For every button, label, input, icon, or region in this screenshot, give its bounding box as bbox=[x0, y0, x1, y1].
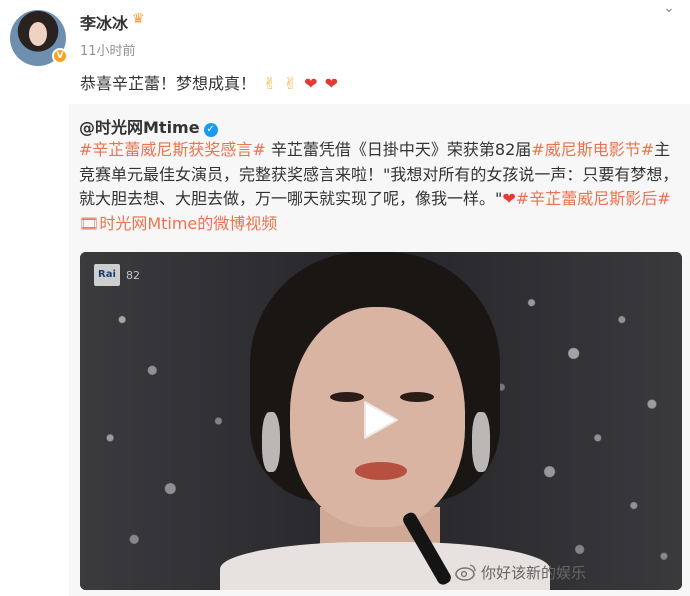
eye-right bbox=[400, 392, 434, 402]
post-text-content: 恭喜辛芷蕾！梦想成真！ bbox=[80, 74, 257, 93]
post-text: 恭喜辛芷蕾！梦想成真！ ✌ ✌ ❤ ❤ bbox=[80, 70, 338, 94]
hashtag-link[interactable]: #辛芷蕾威尼斯获奖感言# bbox=[79, 140, 266, 159]
play-icon[interactable] bbox=[363, 400, 399, 440]
red-heart-icon: ❤ bbox=[304, 74, 318, 93]
watermark-text: 你好该新的娱乐 bbox=[481, 564, 587, 582]
verified-badge-icon: V bbox=[52, 48, 68, 64]
post-timestamp[interactable]: 11小时前 bbox=[80, 40, 136, 59]
crown-icon: ♛ bbox=[132, 11, 145, 27]
victory-hand-icon: ✌ bbox=[263, 74, 277, 93]
repost-author-name[interactable]: @时光网Mtime bbox=[79, 118, 200, 137]
eye-left bbox=[330, 392, 364, 402]
repost-text: 辛芷蕾凭借《日掛中天》荣获第82届 bbox=[265, 140, 532, 159]
reposted-card[interactable]: @时光网Mtime ✓ #辛芷蕾威尼斯获奖感言# 辛芷蕾凭借《日掛中天》荣获第82… bbox=[69, 104, 690, 596]
chevron-down-icon[interactable]: ⌄ bbox=[657, 0, 681, 20]
hashtag-link[interactable]: #威尼斯电影节# bbox=[531, 140, 654, 159]
broadcast-logo: Rai 82 bbox=[94, 264, 140, 286]
repost-author[interactable]: @时光网Mtime ✓ bbox=[79, 114, 218, 138]
hashtag-link[interactable]: #辛芷蕾威尼斯影后# bbox=[516, 189, 671, 208]
avatar-face bbox=[29, 22, 47, 46]
watermark: 你好该新的娱乐 bbox=[455, 562, 586, 583]
video-source-link[interactable]: 🎞时光网Mtime的微博视频 bbox=[79, 214, 277, 233]
weibo-logo-icon bbox=[455, 564, 476, 581]
heart-icon: ❤ bbox=[502, 189, 516, 209]
verified-icon: ✓ bbox=[203, 123, 218, 137]
earring-left bbox=[262, 412, 280, 472]
rai-logo: Rai bbox=[94, 264, 120, 286]
festival-logo: 82 bbox=[126, 268, 140, 282]
author-name[interactable]: 李冰冰 bbox=[80, 10, 128, 34]
victory-hand-icon: ✌ bbox=[283, 74, 298, 93]
earring-right bbox=[472, 412, 490, 472]
lips bbox=[355, 462, 407, 480]
video-player[interactable]: Rai 82 bbox=[80, 252, 682, 590]
red-heart-icon: ❤ bbox=[324, 74, 339, 93]
repost-body: #辛芷蕾威尼斯获奖感言# 辛芷蕾凭借《日掛中天》荣获第82届#威尼斯电影节#主竞… bbox=[79, 138, 684, 236]
